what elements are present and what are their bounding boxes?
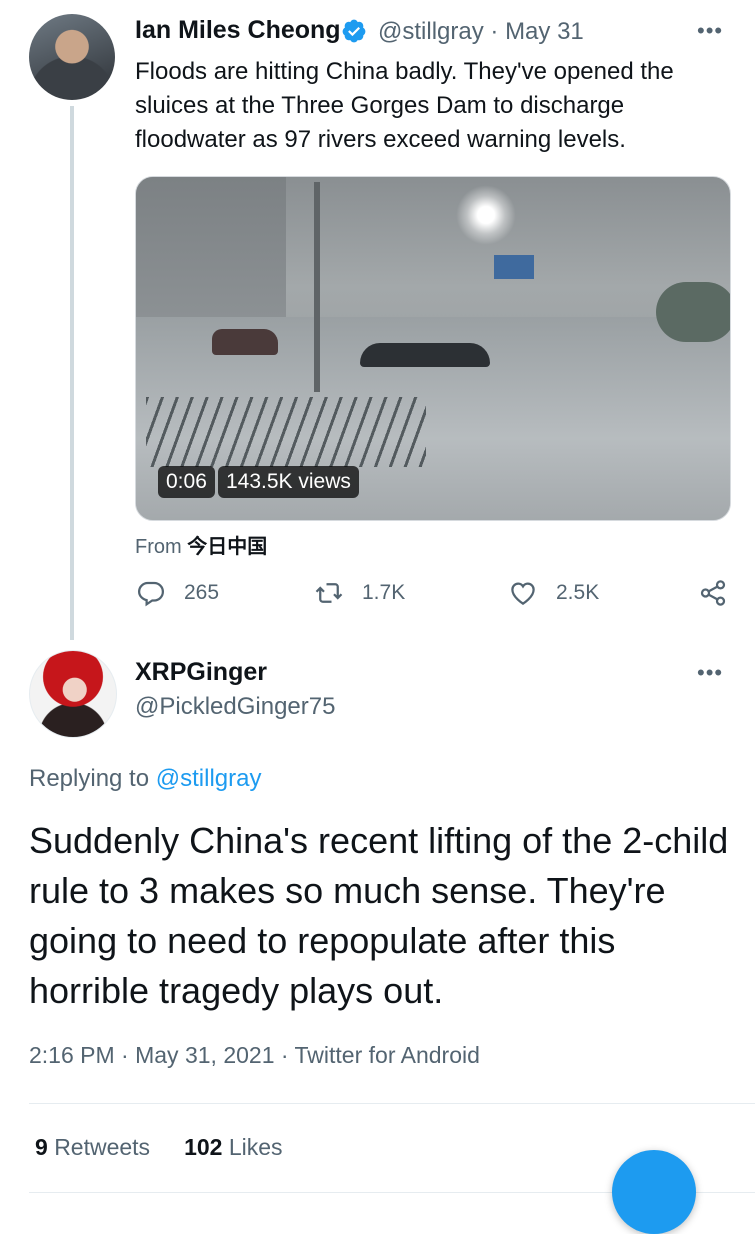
meta-separator: · xyxy=(280,1042,289,1068)
author-handle-and-date[interactable]: @stillgray · May 31 xyxy=(378,18,584,46)
video-frame-tree xyxy=(656,282,730,342)
video-duration-badge: 0:06 xyxy=(158,466,215,498)
likes-stat[interactable]: 102 Likes xyxy=(184,1134,282,1160)
video-frame-buildings xyxy=(136,177,286,327)
reply-date[interactable]: May 31, 2021 xyxy=(135,1042,274,1068)
reply-client[interactable]: Twitter for Android xyxy=(295,1042,480,1068)
retweet-icon xyxy=(315,583,343,603)
author-avatar[interactable] xyxy=(29,14,115,100)
video-player[interactable]: 0:06 143.5K views xyxy=(135,176,731,521)
replying-to-mention[interactable]: @stillgray xyxy=(156,765,262,792)
likes-count: 102 xyxy=(184,1134,223,1160)
more-icon[interactable]: ••• xyxy=(697,660,723,686)
divider xyxy=(29,1103,755,1104)
meta-separator: · xyxy=(121,1042,129,1068)
retweet-count: 1.7K xyxy=(362,581,406,604)
author-handle[interactable]: @stillgray xyxy=(378,18,484,45)
reply-tweet-text: Suddenly China's recent lifting of the 2… xyxy=(29,820,729,1011)
retweets-label: Retweets xyxy=(54,1134,151,1160)
reply-author-avatar[interactable] xyxy=(29,650,117,738)
verified-badge-icon xyxy=(342,19,366,43)
video-source-name[interactable]: 今日中国 xyxy=(187,536,267,558)
reply-count: 265 xyxy=(184,581,220,604)
reply-icon xyxy=(137,581,165,607)
video-frame-bikes xyxy=(146,397,426,467)
retweets-stat[interactable]: 9 Retweets xyxy=(35,1134,150,1160)
like-count: 2.5K xyxy=(556,581,600,604)
video-views-badge: 143.5K views xyxy=(218,466,359,498)
author-name[interactable]: Ian Miles Cheong xyxy=(135,16,341,45)
engagement-stats: 9 Retweets 102 Likes xyxy=(35,1134,283,1161)
video-frame-car xyxy=(360,343,490,367)
retweet-button[interactable]: 1.7K xyxy=(314,578,405,608)
video-source[interactable]: From 今日中国 xyxy=(135,530,267,559)
thread-connector-line xyxy=(70,106,74,640)
reply-author-handle[interactable]: @PickledGinger75 xyxy=(135,693,335,721)
video-frame-car xyxy=(212,329,278,355)
retweets-count: 9 xyxy=(35,1134,48,1160)
meta-separator: · xyxy=(490,18,499,45)
replying-to-prefix: Replying to xyxy=(29,765,150,792)
reply-time[interactable]: 2:16 PM xyxy=(29,1042,115,1068)
share-icon xyxy=(700,580,726,606)
tweet-text: Floods are hitting China badly. They've … xyxy=(135,58,674,153)
video-frame-pole xyxy=(314,182,320,392)
video-frame-light xyxy=(456,185,516,245)
reply-timestamp: 2:16 PM · May 31, 2021 · Twitter for And… xyxy=(29,1042,480,1069)
share-button[interactable] xyxy=(698,578,746,608)
reply-author-name[interactable]: XRPGinger xyxy=(135,658,267,687)
tweet-date[interactable]: May 31 xyxy=(505,18,584,45)
likes-label: Likes xyxy=(228,1134,283,1160)
compose-tweet-button[interactable] xyxy=(612,1150,696,1234)
like-button[interactable]: 2.5K xyxy=(508,578,599,608)
video-frame-sign xyxy=(494,255,534,279)
reply-button[interactable]: 265 xyxy=(136,578,219,608)
replying-to: Replying to @stillgray xyxy=(29,765,261,793)
more-icon[interactable]: ••• xyxy=(697,18,723,44)
heart-icon xyxy=(511,582,535,605)
video-source-prefix: From xyxy=(135,536,182,558)
